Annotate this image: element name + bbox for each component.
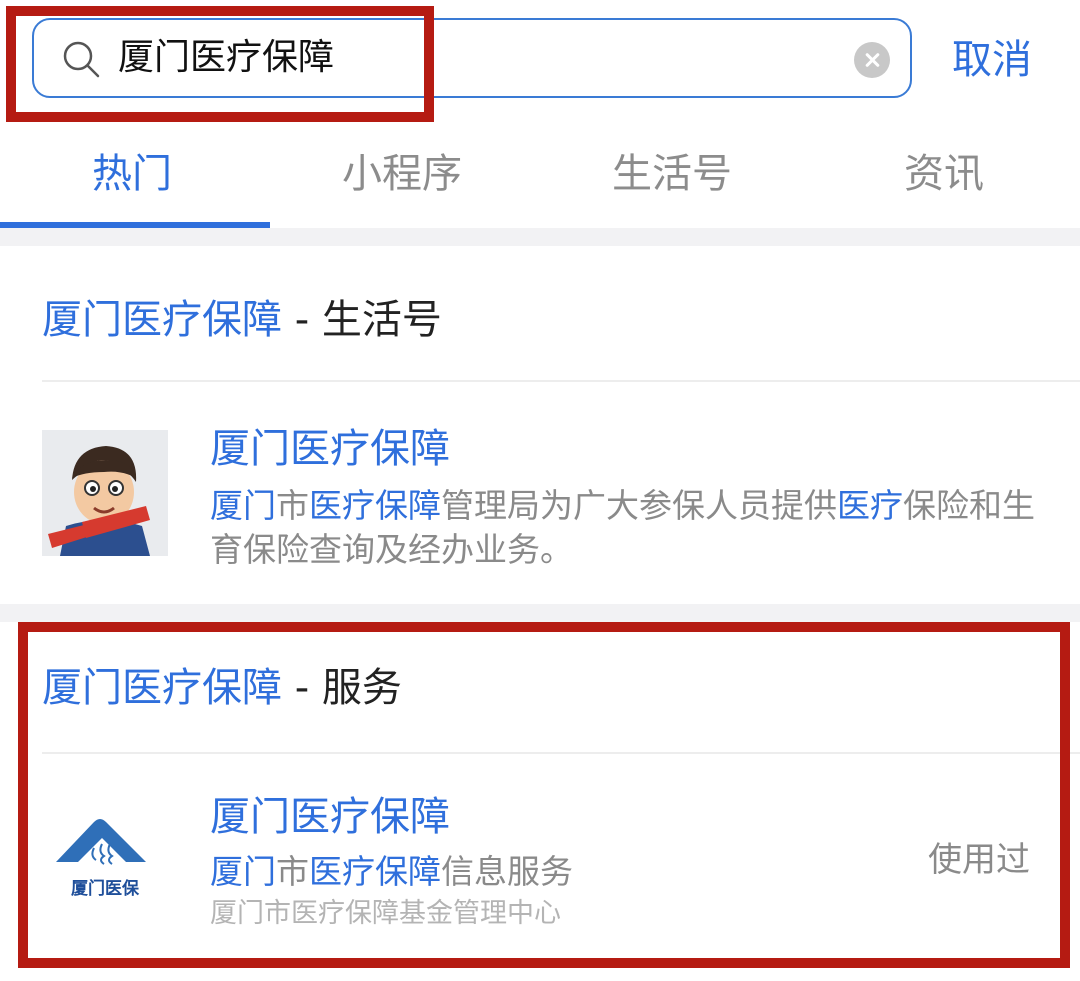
cancel-button[interactable]: 取消 — [952, 32, 1032, 88]
life-section-title-suffix: - 生活号 — [282, 297, 442, 343]
description-text: 管理局为广大参保人员提供 — [441, 486, 837, 525]
highlight-box-search — [6, 6, 434, 122]
tab-news[interactable]: 资讯 — [904, 146, 984, 202]
highlight-box-service — [18, 622, 1070, 968]
tab-bar: 热门 小程序 生活号 资讯 — [0, 128, 1080, 230]
divider — [42, 380, 1080, 382]
life-item-title[interactable]: 厦门医疗保障 — [210, 422, 450, 476]
life-section-title-keyword: 厦门医疗保障 — [42, 297, 282, 343]
section-separator — [0, 228, 1080, 246]
clear-icon[interactable] — [854, 42, 890, 78]
section-separator — [0, 604, 1080, 622]
keyword-highlight: 医疗 — [837, 486, 903, 525]
cartoon-avatar-icon[interactable] — [42, 430, 168, 556]
life-section-title: 厦门医疗保障 - 生活号 — [42, 292, 442, 348]
tab-mini-programs[interactable]: 小程序 — [342, 146, 462, 202]
description-text: 市 — [276, 486, 309, 525]
keyword-highlight: 厦门 — [210, 486, 276, 525]
life-item-description: 厦门市医疗保障管理局为广大参保人员提供医疗保险和生育保险查询及经办业务。 — [210, 484, 1040, 572]
tab-hot[interactable]: 热门 — [92, 146, 172, 202]
tab-life-accounts[interactable]: 生活号 — [612, 146, 732, 202]
keyword-highlight: 医疗保障 — [309, 486, 441, 525]
